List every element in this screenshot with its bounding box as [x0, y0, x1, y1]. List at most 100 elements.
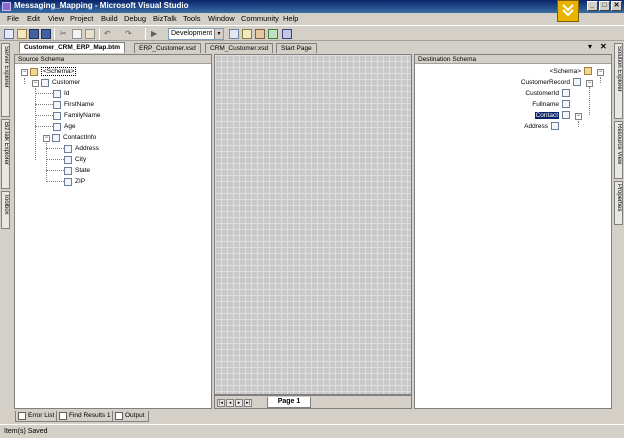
find-results-label: Find Results 1 — [69, 412, 111, 419]
document-tabs: Customer_CRM_ERP_Map.btm ERP_Customer.xs… — [12, 41, 612, 53]
redo-icon[interactable]: ↷ — [125, 29, 135, 39]
tree-line — [46, 181, 64, 182]
source-field-zip[interactable]: ZIP — [64, 177, 85, 186]
menu-community[interactable]: Community — [241, 14, 279, 23]
save-all-icon[interactable] — [41, 29, 51, 39]
window-title: Messaging_Mapping - Microsoft Visual Stu… — [14, 1, 189, 10]
properties-label: Properties — [616, 184, 622, 212]
bottom-tool-tabs: Error List Find Results 1 Output — [12, 410, 612, 423]
minimize-button[interactable]: _ — [587, 1, 598, 11]
tab-list-dropdown-icon[interactable]: ▾ — [588, 42, 592, 51]
tab-output[interactable]: Output — [112, 411, 149, 422]
source-field-state[interactable]: State — [64, 166, 90, 175]
status-text: Item(s) Saved — [4, 428, 48, 435]
menu-window[interactable]: Window — [208, 14, 235, 23]
source-schema-pane: Source Schema − <Schema> − Customer Id F… — [14, 54, 212, 409]
collapse-customer-icon[interactable]: − — [32, 80, 39, 87]
field-icon — [64, 166, 72, 175]
menu-biztalk[interactable]: BizTalk — [153, 14, 177, 23]
destination-field-address[interactable]: Address — [524, 122, 559, 131]
solution-configuration-select[interactable]: Development ▼ — [168, 28, 224, 40]
source-field-id[interactable]: Id — [53, 89, 69, 98]
page-tab[interactable]: Page 1 — [267, 397, 311, 408]
destination-record-customerrecord[interactable]: CustomerRecord — [521, 78, 581, 87]
menu-build[interactable]: Build — [101, 14, 118, 23]
source-field-age[interactable]: Age — [53, 122, 76, 131]
right-tool-strip: Solution Explorer Resource View Properti… — [613, 41, 624, 411]
destination-schema-header: Destination Schema — [415, 55, 611, 64]
save-icon[interactable] — [29, 29, 39, 39]
output-label: Output — [125, 412, 145, 419]
close-button[interactable]: ✕ — [611, 1, 622, 11]
add-item-icon[interactable] — [17, 29, 27, 39]
field-icon — [53, 100, 61, 109]
cut-icon[interactable]: ✂ — [60, 29, 70, 39]
mapper-grid[interactable] — [214, 54, 412, 395]
tab-crm-customer-xsd[interactable]: CRM_Customer.xsd — [205, 43, 274, 53]
chevron-down-icon[interactable]: ▼ — [214, 29, 223, 39]
collapse-contact-icon[interactable]: − — [575, 113, 582, 120]
tree-line — [24, 78, 25, 84]
collapse-schema-icon[interactable]: − — [21, 69, 28, 76]
menu-debug[interactable]: Debug — [124, 14, 146, 23]
properties-icon[interactable] — [242, 29, 252, 39]
object-browser-icon[interactable] — [268, 29, 278, 39]
close-document-icon[interactable]: ✕ — [600, 42, 607, 51]
source-schema-root[interactable]: <Schema> — [30, 67, 77, 76]
tab-find-results-1[interactable]: Find Results 1 — [56, 411, 115, 422]
collapse-contactinfo-icon[interactable]: − — [43, 135, 50, 142]
tab-error-list[interactable]: Error List — [15, 411, 59, 422]
solution-explorer-tab[interactable]: Solution Explorer — [614, 43, 623, 119]
source-record-contactinfo[interactable]: ContactInfo — [52, 133, 96, 142]
next-page-button[interactable]: ▸ — [235, 399, 243, 407]
collapse-schema-icon[interactable]: − — [597, 69, 604, 76]
undo-icon[interactable]: ↶ — [104, 29, 114, 39]
toolbar-separator — [99, 28, 100, 40]
tree-line — [35, 93, 53, 94]
destination-field-customerid[interactable]: CustomerId — [525, 89, 570, 98]
maximize-button[interactable]: □ — [599, 1, 610, 11]
menu-bar: File Edit View Project Build Debug BizTa… — [0, 13, 624, 25]
start-debug-icon[interactable]: ▶ — [151, 29, 161, 39]
record-icon — [41, 78, 49, 87]
toolbox-tab[interactable]: Toolbox — [1, 191, 10, 229]
menu-edit[interactable]: Edit — [27, 14, 40, 23]
visual-studio-icon — [2, 2, 11, 11]
server-explorer-tab[interactable]: Server Explorer — [1, 43, 10, 117]
tab-erp-customer-xsd[interactable]: ERP_Customer.xsd — [134, 43, 201, 53]
first-page-button[interactable]: |◂ — [217, 399, 225, 407]
field-icon — [53, 89, 61, 98]
tab-customer-crm-erp-map[interactable]: Customer_CRM_ERP_Map.btm — [19, 42, 126, 53]
output-icon — [115, 412, 123, 420]
destination-record-contact[interactable]: Contact — [534, 111, 570, 120]
source-field-city[interactable]: City — [64, 155, 86, 164]
menu-file[interactable]: File — [7, 14, 19, 23]
error-list-icon — [18, 412, 26, 420]
copy-icon[interactable] — [72, 29, 82, 39]
menu-view[interactable]: View — [48, 14, 64, 23]
destination-field-fullname[interactable]: Fullname — [532, 100, 570, 109]
source-record-customer[interactable]: Customer — [41, 78, 80, 87]
source-field-familyname[interactable]: FamilyName — [53, 111, 100, 120]
destination-schema-root[interactable]: <Schema> — [550, 67, 592, 76]
properties-tab[interactable]: Properties — [614, 181, 623, 225]
biztalk-explorer-tab[interactable]: BizTalk Explorer — [1, 119, 10, 189]
last-page-button[interactable]: ▸| — [244, 399, 252, 407]
previous-page-button[interactable]: ◂ — [226, 399, 234, 407]
field-icon — [64, 155, 72, 164]
new-project-icon[interactable] — [4, 29, 14, 39]
menu-help[interactable]: Help — [283, 14, 298, 23]
window-icon[interactable] — [282, 29, 292, 39]
menu-project[interactable]: Project — [70, 14, 93, 23]
source-field-address[interactable]: Address — [64, 144, 99, 153]
resource-view-tab[interactable]: Resource View — [614, 121, 623, 179]
tab-start-page[interactable]: Start Page — [276, 43, 317, 53]
find-icon[interactable] — [229, 29, 239, 39]
tree-line — [35, 115, 53, 116]
collapse-customerrecord-icon[interactable]: − — [586, 80, 593, 87]
menu-tools[interactable]: Tools — [183, 14, 201, 23]
toolbox-icon[interactable] — [255, 29, 265, 39]
tree-line — [46, 159, 64, 160]
paste-icon[interactable] — [85, 29, 95, 39]
source-field-firstname[interactable]: FirstName — [53, 100, 94, 109]
